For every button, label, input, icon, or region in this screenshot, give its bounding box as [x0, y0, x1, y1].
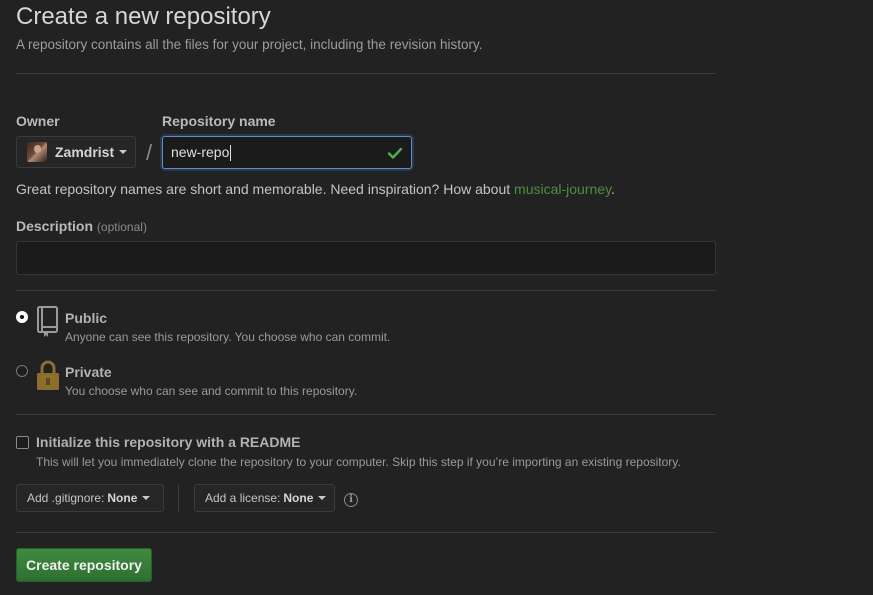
repo-name-label: Repository name — [162, 113, 276, 129]
check-icon — [387, 147, 403, 159]
public-label: Public — [65, 310, 108, 326]
new-repository-page: Create a new repository A repository con… — [0, 0, 873, 595]
page-title: Create a new repository — [16, 3, 271, 30]
chevron-down-icon — [119, 150, 128, 154]
optional-tag: (optional) — [96, 220, 147, 234]
description-input[interactable] — [16, 241, 716, 275]
owner-select[interactable]: Zamdrist — [16, 136, 136, 168]
name-hint: Great repository names are short and mem… — [16, 181, 615, 197]
create-repository-button[interactable]: Create repository — [16, 548, 152, 582]
readme-checkbox[interactable] — [16, 436, 29, 449]
owner-repo-separator: / — [146, 140, 153, 165]
public-description: Anyone can see this repository. You choo… — [65, 330, 391, 344]
gitignore-select[interactable]: Add .gitignore: None — [16, 484, 164, 512]
private-description: You choose who can see and commit to thi… — [65, 384, 358, 398]
hint-text: Great repository names are short and mem… — [16, 181, 515, 197]
description-label: Description (optional) — [16, 218, 147, 234]
page-subtitle: A repository contains all the files for … — [16, 37, 483, 52]
gitignore-label: Add .gitignore: — [27, 491, 105, 505]
license-label: Add a license: — [205, 491, 281, 505]
repo-name-value: new-repo — [171, 143, 230, 160]
book-icon — [37, 306, 58, 337]
license-select[interactable]: Add a license: None — [194, 484, 335, 512]
text-cursor — [230, 145, 232, 162]
owner-name: Zamdrist — [55, 144, 115, 160]
public-radio[interactable] — [16, 311, 28, 323]
info-icon[interactable]: i — [344, 493, 358, 507]
name-suggestion-link[interactable]: musical-journey — [514, 181, 611, 197]
gitignore-value: None — [107, 491, 138, 505]
readme-description: This will let you immediately clone the … — [36, 455, 681, 469]
description-label-text: Description — [16, 218, 94, 234]
readme-label: Initialize this repository with a README — [36, 434, 301, 450]
chevron-down-icon — [318, 496, 327, 500]
divider — [16, 73, 716, 74]
divider — [16, 532, 716, 533]
lock-icon — [37, 360, 59, 390]
private-radio[interactable] — [16, 365, 28, 377]
private-label: Private — [65, 364, 112, 380]
vertical-divider — [178, 484, 179, 512]
repo-name-input[interactable]: new-repo — [162, 136, 412, 169]
hint-end: . — [611, 181, 615, 197]
divider — [16, 414, 716, 415]
divider — [16, 290, 716, 291]
owner-label: Owner — [16, 113, 60, 129]
avatar — [27, 142, 47, 162]
chevron-down-icon — [142, 496, 151, 500]
license-value: None — [283, 491, 314, 505]
